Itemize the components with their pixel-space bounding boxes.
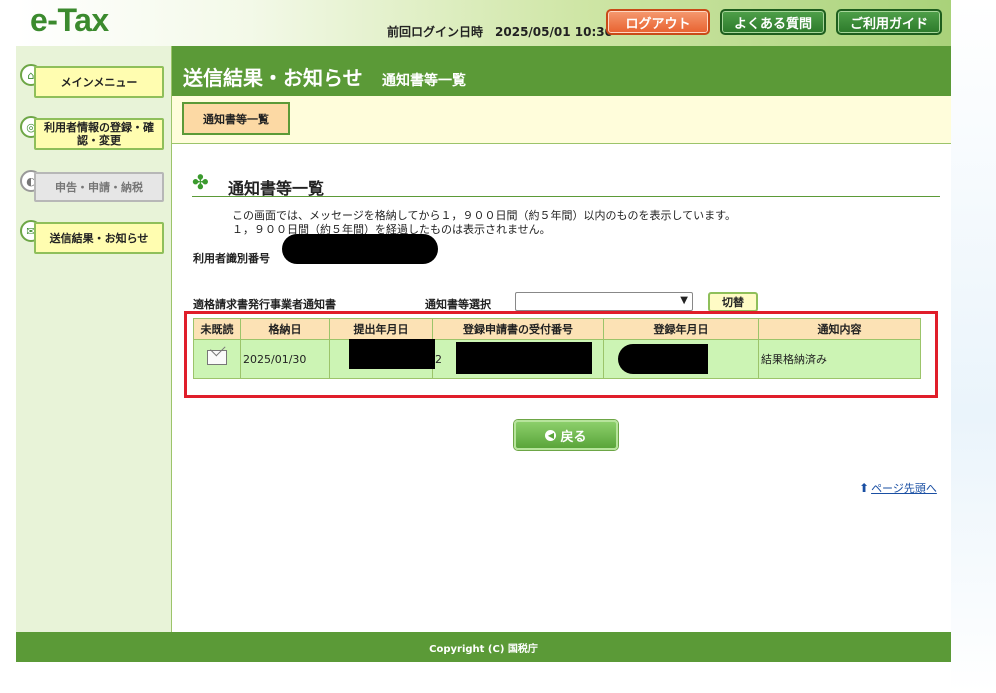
sidebar-item-label: 申告・申請・納税: [34, 172, 164, 202]
back-arrow-icon: ◀: [545, 429, 557, 441]
sidebar-item-user-info[interactable]: ◎ 利用者情報の登録・確認・変更: [20, 114, 167, 152]
description: この画面では、メッセージを格納してから１，９００日間（約５年間）以内のものを表示…: [232, 209, 736, 237]
last-login-value: 2025/05/01 10:30: [495, 25, 613, 39]
sidebar-item-filing: ◐ 申告・申請・納税: [20, 168, 167, 204]
faq-button[interactable]: よくある質問: [720, 9, 826, 35]
sidebar-item-label: 送信結果・お知らせ: [34, 222, 164, 254]
column-header: 登録申請書の受付番号: [432, 318, 604, 340]
receipt-number-prefix: 2: [435, 352, 442, 366]
last-login: 前回ログイン日時 2025/05/01 10:30: [387, 23, 625, 40]
redacted-registered-date: [618, 344, 708, 374]
logout-button[interactable]: ログアウト: [606, 9, 710, 35]
redacted-receipt-number: [456, 342, 592, 374]
envelope-icon: [207, 350, 227, 365]
read-status-cell: [193, 339, 241, 379]
main-content: ✤ 通知書等一覧 この画面では、メッセージを格納してから１，９００日間（約５年間…: [172, 144, 951, 632]
column-header: 通知内容: [758, 318, 921, 340]
sidebar-item-main-menu[interactable]: ⌂ メインメニュー: [20, 62, 167, 100]
section-heading: ✤ 通知書等一覧: [192, 170, 940, 198]
page-title: 送信結果・お知らせ: [183, 66, 363, 90]
clover-icon: ✤: [192, 170, 209, 194]
title-bar: 送信結果・お知らせ 通知書等一覧: [172, 46, 951, 96]
page-subtitle: 通知書等一覧: [382, 73, 466, 89]
chevron-down-icon: ▼: [680, 295, 688, 306]
notice-content[interactable]: 結果格納済み: [758, 339, 921, 379]
sidebar-item-results[interactable]: ✉ 送信結果・お知らせ: [20, 218, 167, 256]
section-title: 通知書等一覧: [228, 179, 325, 198]
user-id-label: 利用者識別番号: [193, 252, 270, 265]
copyright: Copyright (C) 国税庁: [429, 643, 538, 655]
description-line-1: この画面では、メッセージを格納してから１，９００日間（約５年間）以内のものを表示…: [232, 209, 737, 222]
back-button[interactable]: ◀ 戻る: [514, 420, 618, 450]
tab-notices[interactable]: 通知書等一覧: [182, 102, 290, 135]
table-header-row: 未既読 格納日 提出年月日 登録申請書の受付番号 登録年月日 通知内容: [193, 318, 921, 340]
footer: Copyright (C) 国税庁: [16, 632, 951, 662]
column-header: 格納日: [240, 318, 330, 340]
column-header: 未既読: [193, 318, 241, 340]
column-header: 登録年月日: [603, 318, 759, 340]
sidebar-item-label: 利用者情報の登録・確認・変更: [34, 118, 164, 150]
tab-bar: 通知書等一覧: [172, 96, 951, 144]
page-background: [951, 0, 996, 693]
column-header: 提出年月日: [329, 318, 433, 340]
sidebar: ⌂ メインメニュー ◎ 利用者情報の登録・確認・変更 ◐ 申告・申請・納税 ✉ …: [16, 46, 172, 632]
header: e-Tax 前回ログイン日時 2025/05/01 10:30 ログアウト よくあ…: [16, 0, 951, 47]
app-frame: e-Tax 前回ログイン日時 2025/05/01 10:30 ログアウト よくあ…: [16, 0, 951, 662]
stored-date: 2025/01/30: [240, 339, 330, 379]
switch-button[interactable]: 切替: [708, 292, 758, 312]
notice-select[interactable]: ▼: [515, 292, 693, 311]
etax-logo: e-Tax: [30, 2, 109, 38]
notice-select-label: 通知書等選択: [425, 298, 491, 311]
page-top-link[interactable]: ⬆ ページ先頭へ: [859, 480, 937, 496]
page-top-label: ページ先頭へ: [871, 482, 937, 495]
up-arrow-icon: ⬆: [859, 481, 870, 495]
sidebar-item-label: メインメニュー: [34, 66, 164, 98]
back-button-label: 戻る: [560, 429, 587, 445]
notice-type-label: 適格請求書発行事業者通知書: [193, 298, 336, 311]
last-login-label: 前回ログイン日時: [387, 25, 484, 39]
redacted-submitted-date: [349, 339, 435, 369]
redacted-user-id: [282, 234, 438, 264]
guide-button[interactable]: ご利用ガイド: [836, 9, 942, 35]
